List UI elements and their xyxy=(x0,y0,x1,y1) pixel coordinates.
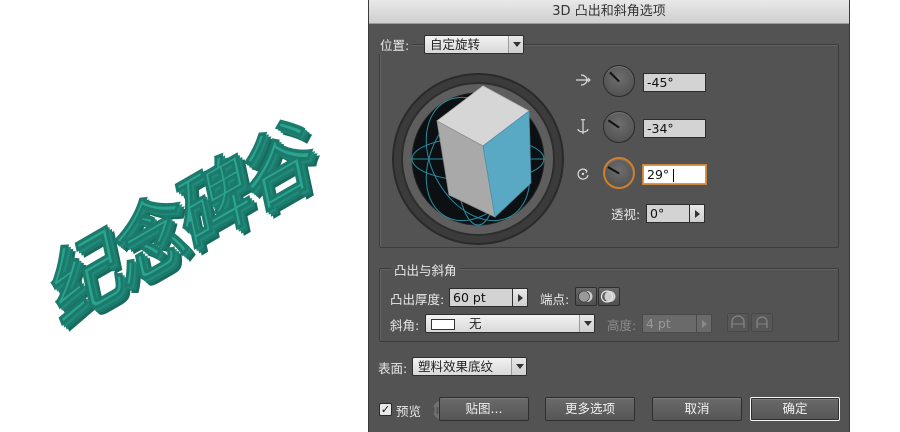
y-axis-rotate-icon xyxy=(575,118,591,135)
extrude-depth-stepper[interactable] xyxy=(513,288,528,307)
cap-on-icon xyxy=(578,290,593,303)
bevel-in-button[interactable] xyxy=(751,313,773,332)
surface-dropdown[interactable]: 塑料效果底纹 xyxy=(412,357,527,376)
preview-label: 预览 xyxy=(396,404,422,419)
x-rotation-input[interactable]: -45° xyxy=(643,73,706,92)
bevel-height-label: 高度: xyxy=(607,318,637,333)
track-cube-svg xyxy=(392,73,564,245)
bevel-label: 斜角: xyxy=(390,318,420,333)
y-rotation-dial[interactable] xyxy=(603,111,635,143)
3d-extrude-bevel-dialog: 3D 凸出和斜角选项 位置: 自定旋转 -45° -34° 29° 透视: 0°… xyxy=(368,0,850,432)
bevel-value: 无 xyxy=(469,316,482,331)
ok-button[interactable]: 确定 xyxy=(750,397,840,421)
z-rotation-dial[interactable] xyxy=(603,157,635,189)
cap-off-button[interactable] xyxy=(598,287,620,306)
dialog-title[interactable]: 3D 凸出和斜角选项 xyxy=(369,0,849,24)
surface-value: 塑料效果底纹 xyxy=(418,359,494,374)
position-preset-value: 自定旋转 xyxy=(430,37,481,52)
more-options-button[interactable]: 更多选项 xyxy=(545,397,635,421)
artwork-svg: 纪念碑谷 纪念碑谷 纪念碑谷 纪 念 碑 谷 xyxy=(42,99,329,349)
extruded-3d-text-artwork: 纪念碑谷 纪念碑谷 纪念碑谷 纪 念 碑 谷 xyxy=(0,0,368,432)
y-rotation-input[interactable]: -34° xyxy=(643,119,706,138)
z-rotation-input[interactable]: 29° xyxy=(643,165,706,184)
bevel-dropdown[interactable]: 无 xyxy=(425,314,595,333)
bevel-out-icon xyxy=(731,315,745,328)
extrude-depth-input[interactable]: 60 pt xyxy=(449,288,513,307)
cap-off-icon xyxy=(600,290,616,303)
z-axis-rotate-icon xyxy=(575,166,591,182)
bevel-out-button[interactable] xyxy=(727,313,749,332)
bevel-swatch xyxy=(431,319,455,330)
bevel-in-icon xyxy=(756,316,768,328)
perspective-input[interactable]: 0° xyxy=(646,204,690,223)
x-axis-rotate-icon xyxy=(575,72,591,88)
cap-label: 端点: xyxy=(540,292,570,307)
rotation-track-cube[interactable] xyxy=(391,72,565,246)
perspective-label: 透视: xyxy=(611,207,641,222)
map-art-button[interactable]: 贴图... xyxy=(439,397,529,421)
preview-checkbox[interactable]: ✓ xyxy=(379,403,392,416)
bevel-height-stepper[interactable] xyxy=(697,314,712,333)
cap-on-button[interactable] xyxy=(575,287,597,306)
z-rotation-value: 29° xyxy=(647,167,674,182)
surface-label: 表面: xyxy=(378,361,408,376)
bevel-height-input[interactable]: 4 pt xyxy=(642,314,697,333)
x-rotation-dial[interactable] xyxy=(603,65,635,97)
chevron-down-icon xyxy=(508,36,523,53)
extrude-section-label: 凸出与斜角 xyxy=(391,260,460,279)
cancel-button[interactable]: 取消 xyxy=(652,397,742,421)
position-preset-dropdown[interactable]: 自定旋转 xyxy=(424,35,524,54)
extrude-depth-label: 凸出厚度: xyxy=(390,292,445,307)
chevron-down-icon xyxy=(579,315,594,332)
position-label: 位置: xyxy=(379,35,413,54)
chevron-down-icon xyxy=(511,358,526,375)
text-cursor xyxy=(673,169,675,182)
perspective-stepper[interactable] xyxy=(690,204,705,223)
